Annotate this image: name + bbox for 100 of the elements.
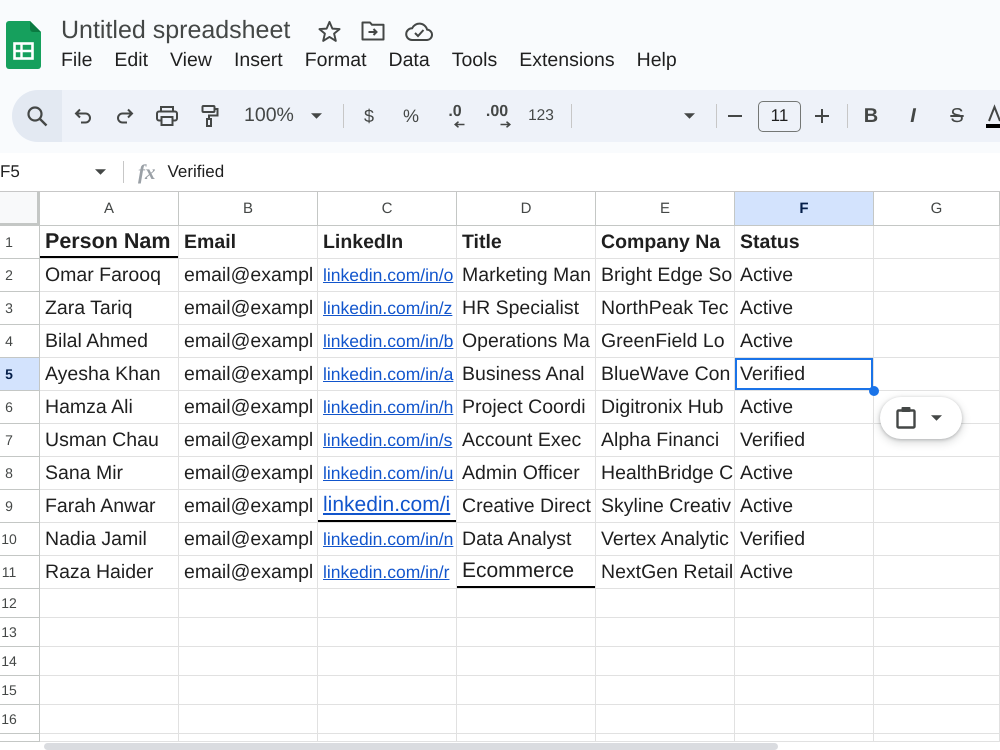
- menu-item[interactable]: View: [170, 50, 212, 72]
- table-cell-text: Raza Haider: [44, 560, 154, 584]
- column-header[interactable]: E: [596, 192, 735, 226]
- row-header[interactable]: 16: [0, 705, 40, 734]
- table-cell-text: NorthPeak Tec: [600, 296, 730, 320]
- font-size-field[interactable]: 11: [758, 100, 801, 132]
- row-header[interactable]: 9: [0, 490, 40, 523]
- strikethrough-button[interactable]: S: [950, 106, 964, 126]
- table-cell-text: Active: [739, 328, 794, 354]
- row-header[interactable]: 7: [0, 424, 40, 457]
- row-header[interactable]: 1: [0, 226, 40, 259]
- table-cell-text: Active: [739, 394, 794, 420]
- table-cell-text: Account Exec: [461, 428, 582, 452]
- row-header[interactable]: 11: [0, 556, 40, 589]
- search-button[interactable]: [12, 90, 62, 142]
- paste-options-button[interactable]: [880, 397, 962, 439]
- profile-link[interactable]: linkedin.com/in/s: [323, 430, 452, 450]
- text-color-icon[interactable]: [986, 104, 1000, 128]
- fill-handle-icon[interactable]: [869, 386, 879, 396]
- percent-format-button[interactable]: %: [402, 107, 419, 125]
- table-cell-text: Verified: [739, 428, 806, 452]
- menu-item[interactable]: Help: [636, 50, 677, 72]
- folder-icon[interactable]: [361, 21, 386, 41]
- number-format-button[interactable]: 123: [528, 108, 554, 124]
- menu-item[interactable]: Insert: [234, 50, 283, 72]
- row-header[interactable]: 10: [0, 523, 40, 556]
- plus-icon[interactable]: [815, 109, 829, 123]
- profile-link[interactable]: linkedin.com/in/h: [323, 396, 454, 418]
- menu-item[interactable]: Extensions: [519, 50, 615, 72]
- menu-item[interactable]: Tools: [452, 50, 498, 72]
- bold-button[interactable]: B: [864, 106, 878, 126]
- profile-link[interactable]: linkedin.com/in/z: [323, 298, 452, 318]
- table-cell-text: Hamza Ali: [44, 394, 134, 420]
- table-cell-text: HR Specialist: [461, 296, 580, 320]
- column-header[interactable]: B: [179, 192, 318, 226]
- currency-format-button[interactable]: $: [364, 107, 374, 125]
- column-header[interactable]: A: [40, 192, 179, 226]
- paint-roller-icon[interactable]: [201, 105, 219, 127]
- horizontal-scrollbar[interactable]: [44, 743, 778, 750]
- cloud-check-icon[interactable]: [405, 21, 434, 41]
- column-title: Person Nam: [40, 226, 178, 258]
- table-cell-text: Active: [739, 494, 794, 518]
- profile-link[interactable]: linkedin.com/in/b: [323, 330, 454, 352]
- row-header[interactable]: 14: [0, 647, 40, 676]
- table-cell-text: Zara Tariq: [44, 296, 134, 320]
- table-cell-text: Bilal Ahmed: [44, 328, 149, 354]
- table-cell-text: email@exampl: [183, 494, 314, 518]
- table-cell-text: Usman Chau: [44, 428, 160, 452]
- profile-link[interactable]: linkedin.com/in/n: [323, 528, 454, 550]
- column-title: Email: [183, 230, 238, 254]
- menu-item[interactable]: Edit: [114, 50, 148, 72]
- row-header[interactable]: 4: [0, 325, 40, 358]
- document-title[interactable]: Untitled spreadsheet: [61, 17, 290, 45]
- table-cell-text: Project Coordi: [461, 394, 587, 420]
- table-cell-text: Omar Farooq: [44, 262, 162, 288]
- row-header[interactable]: 15: [0, 676, 40, 705]
- table-cell-text: email@exampl: [183, 262, 314, 288]
- caret-icon[interactable]: [684, 113, 695, 119]
- table-cell-text: email@exampl: [183, 296, 314, 320]
- print-icon[interactable]: [156, 106, 178, 126]
- menu-item[interactable]: Data: [388, 50, 430, 72]
- column-title: Title: [461, 230, 503, 254]
- table-cell-text: Alpha Financi: [600, 428, 720, 452]
- zoom-dropdown[interactable]: 100%: [244, 106, 322, 126]
- menu-item[interactable]: File: [61, 50, 92, 72]
- table-cell-text: Creative Direct: [461, 494, 592, 518]
- profile-link[interactable]: linkedin.com/in/o: [323, 264, 454, 286]
- table-cell-text: Admin Officer: [461, 460, 581, 486]
- undo-icon[interactable]: [74, 108, 92, 124]
- fx-label: fx: [138, 160, 156, 184]
- column-header[interactable]: G: [874, 192, 1000, 226]
- row-header[interactable]: 13: [0, 618, 40, 647]
- menu-item[interactable]: Format: [304, 50, 366, 72]
- row-header[interactable]: 6: [0, 391, 40, 424]
- table-cell-text: Nadia Jamil: [44, 526, 148, 552]
- column-header[interactable]: D: [457, 192, 596, 226]
- table-cell: Verified: [735, 358, 873, 390]
- row-header[interactable]: 5: [0, 358, 40, 391]
- star-icon[interactable]: [318, 20, 342, 42]
- row-header[interactable]: 2: [0, 259, 40, 292]
- column-header[interactable]: F: [735, 192, 874, 226]
- profile-link[interactable]: linkedin.com/i: [323, 493, 450, 517]
- formula-field[interactable]: Verified: [168, 162, 1000, 182]
- caret-icon: [95, 169, 106, 175]
- profile-link[interactable]: linkedin.com/in/a: [323, 364, 454, 384]
- decrease-decimal-button[interactable]: .0: [448, 104, 462, 128]
- profile-link[interactable]: linkedin.com/in/u: [323, 462, 454, 484]
- caret-icon: [931, 415, 942, 421]
- row-header[interactable]: 3: [0, 292, 40, 325]
- profile-link[interactable]: linkedin.com/in/r: [323, 562, 450, 582]
- row-header[interactable]: 12: [0, 589, 40, 618]
- table-cell-text: email@exampl: [183, 428, 314, 452]
- name-box[interactable]: F5: [0, 162, 106, 182]
- column-header[interactable]: C: [318, 192, 457, 226]
- increase-decimal-button[interactable]: .00: [486, 104, 508, 128]
- italic-button[interactable]: I: [910, 106, 916, 126]
- redo-icon[interactable]: [116, 108, 134, 124]
- table-cell-text: Bright Edge So: [600, 262, 734, 288]
- spreadsheet-icon[interactable]: [6, 21, 41, 69]
- row-header[interactable]: 8: [0, 457, 40, 490]
